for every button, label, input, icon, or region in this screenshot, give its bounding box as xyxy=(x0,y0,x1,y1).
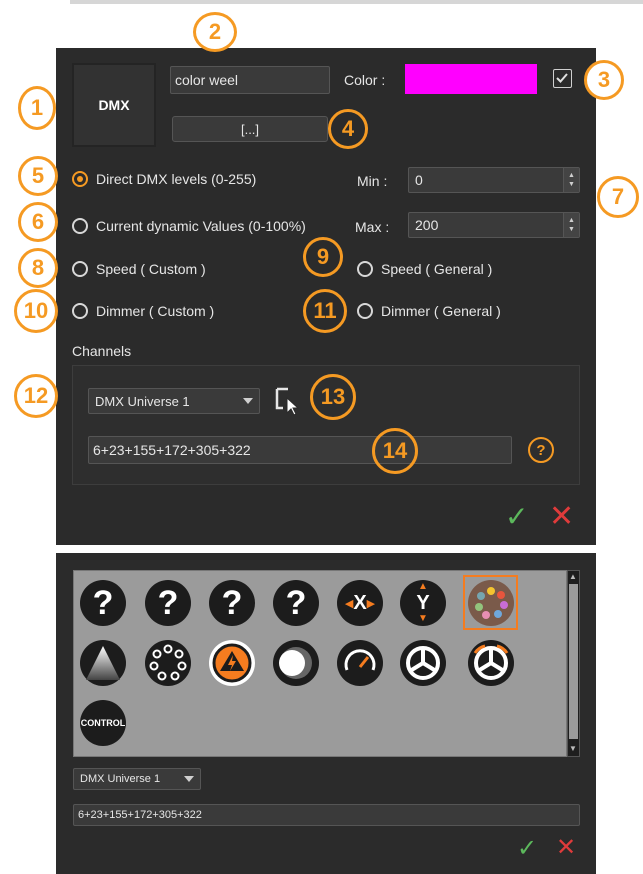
pick-channels-icon[interactable] xyxy=(274,386,304,421)
radio-icon[interactable] xyxy=(72,303,88,319)
max-spinbox[interactable]: 200 ▲ ▼ xyxy=(408,212,580,238)
callout-2: 2 xyxy=(193,12,237,52)
callout-11: 11 xyxy=(303,289,347,333)
callout-5: 5 xyxy=(18,156,58,196)
callout-12: 12 xyxy=(14,374,58,418)
radio-icon[interactable] xyxy=(72,218,88,234)
mode-dynamic-values[interactable]: Current dynamic Values (0-100%) xyxy=(72,218,306,234)
chevron-down-icon xyxy=(184,776,194,782)
palette-universe-value: DMX Universe 1 xyxy=(80,773,161,785)
rotating-wheel-icon xyxy=(473,644,509,680)
pan-x-glyph: X xyxy=(353,591,367,614)
help-icon[interactable]: ? xyxy=(528,437,554,463)
universe-select[interactable]: DMX Universe 1 xyxy=(88,388,260,414)
control-label: CONTROL xyxy=(80,718,126,728)
mode-label: Speed ( General ) xyxy=(381,261,493,277)
color-swatch[interactable] xyxy=(405,64,537,94)
palette-ok-button[interactable]: ✓ xyxy=(517,834,537,863)
mode-dimmer-general[interactable]: Dimmer ( General ) xyxy=(357,303,501,319)
unknown-icon[interactable]: ? xyxy=(80,580,126,626)
beam-cone-icon xyxy=(86,646,120,680)
spin-arrows-icon[interactable]: ▲ ▼ xyxy=(563,213,579,237)
radio-icon[interactable] xyxy=(72,171,88,187)
tilt-y-glyph: Y xyxy=(416,592,430,614)
callout-14: 14 xyxy=(372,428,418,474)
callout-7: 7 xyxy=(597,176,639,218)
callout-13: 13 xyxy=(310,374,356,420)
radio-icon[interactable] xyxy=(357,261,373,277)
tilt-y-icon[interactable]: ▲ Y ▼ xyxy=(400,580,446,626)
unknown-icon[interactable]: ? xyxy=(209,580,255,626)
control-icon[interactable]: CONTROL xyxy=(80,700,126,746)
callout-4: 4 xyxy=(328,109,368,149)
radio-icon[interactable] xyxy=(72,261,88,277)
speed-icon[interactable] xyxy=(337,640,383,686)
max-value: 200 xyxy=(415,217,439,233)
half-moon-icon xyxy=(279,647,312,679)
channels-heading: Channels xyxy=(72,343,132,359)
channels-input[interactable]: 6+23+155+172+305+322 xyxy=(88,436,512,464)
universe-value: DMX Universe 1 xyxy=(95,393,190,409)
min-spinbox[interactable]: 0 ▲ ▼ xyxy=(408,167,580,193)
ok-button[interactable]: ✓ xyxy=(505,500,528,533)
mode-direct-dmx[interactable]: Direct DMX levels (0-255) xyxy=(72,171,256,187)
cancel-button[interactable]: ✕ xyxy=(549,499,574,534)
color-label: Color : xyxy=(344,72,386,88)
steering-wheel-icon xyxy=(406,646,440,680)
color-enable-checkbox[interactable] xyxy=(553,69,572,88)
mode-label: Speed ( Custom ) xyxy=(96,261,206,277)
wheel-rotate-icon[interactable] xyxy=(468,640,514,686)
top-separator xyxy=(70,0,643,4)
mode-label: Current dynamic Values (0-100%) xyxy=(96,218,306,234)
min-label: Min : xyxy=(357,173,388,189)
color-wheel-icon[interactable] xyxy=(468,580,514,626)
wheel-icon[interactable] xyxy=(400,640,446,686)
gauge-icon xyxy=(344,649,376,671)
pan-x-icon[interactable]: ◀ X ▶ xyxy=(337,580,383,626)
palette-channels-input[interactable]: 6+23+155+172+305+322 xyxy=(73,804,580,826)
scroll-thumb[interactable] xyxy=(569,584,578,739)
callout-9: 9 xyxy=(303,237,343,277)
dimmer-icon[interactable] xyxy=(273,640,319,686)
callout-1: 1 xyxy=(18,86,56,130)
arrow-left-icon: ◀ xyxy=(344,597,354,610)
name-field[interactable]: color weel xyxy=(170,66,330,94)
gobo-dots-icon xyxy=(149,644,187,681)
callout-8: 8 xyxy=(18,248,58,288)
palette-cancel-button[interactable]: ✕ xyxy=(556,833,576,862)
select-cursor-icon xyxy=(275,387,300,416)
mode-dimmer-custom[interactable]: Dimmer ( Custom ) xyxy=(72,303,214,319)
dmx-icon-preview[interactable]: DMX xyxy=(72,63,156,147)
mode-label: Dimmer ( General ) xyxy=(381,303,501,319)
checkmark-icon xyxy=(556,73,568,83)
min-value: 0 xyxy=(415,172,423,188)
callout-10: 10 xyxy=(14,289,58,333)
palette-universe-select[interactable]: DMX Universe 1 xyxy=(73,768,201,790)
unknown-icon[interactable]: ? xyxy=(145,580,191,626)
mode-speed-custom[interactable]: Speed ( Custom ) xyxy=(72,261,206,277)
lightning-icon xyxy=(212,643,252,683)
radio-icon[interactable] xyxy=(357,303,373,319)
callout-6: 6 xyxy=(18,202,58,242)
spin-arrows-icon[interactable]: ▲ ▼ xyxy=(563,168,579,192)
gobo-wheel-icon[interactable] xyxy=(145,640,191,686)
beam-icon[interactable] xyxy=(80,640,126,686)
max-label: Max : xyxy=(355,219,390,235)
browse-icon-button[interactable]: [...] xyxy=(172,116,328,142)
color-dots-icon xyxy=(475,587,508,619)
scroll-down-icon[interactable]: ▼ xyxy=(569,744,577,753)
mode-speed-general[interactable]: Speed ( General ) xyxy=(357,261,492,277)
mode-label: Direct DMX levels (0-255) xyxy=(96,171,257,187)
unknown-icon[interactable]: ? xyxy=(273,580,319,626)
strobe-icon[interactable] xyxy=(209,640,255,686)
chevron-down-icon xyxy=(243,398,253,404)
scroll-up-icon[interactable]: ▲ xyxy=(569,572,577,581)
arrow-down-icon: ▼ xyxy=(418,613,428,624)
mode-label: Dimmer ( Custom ) xyxy=(96,303,215,319)
callout-3: 3 xyxy=(584,60,624,100)
arrow-right-icon: ▶ xyxy=(366,597,376,610)
